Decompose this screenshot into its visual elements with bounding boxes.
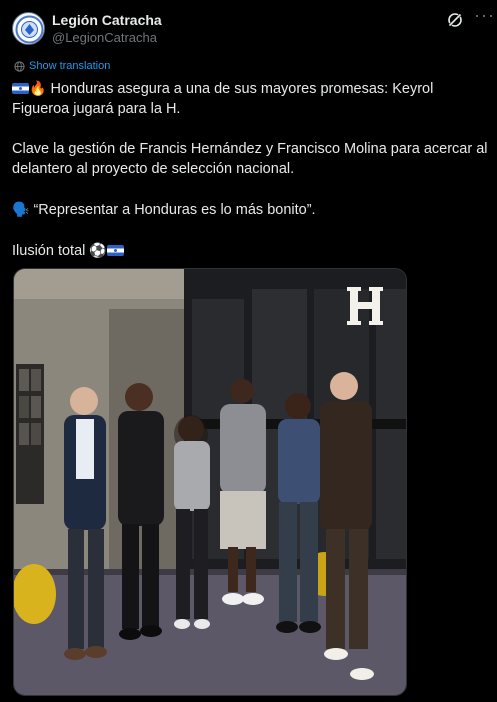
globe-icon	[14, 60, 25, 72]
group-photo-image	[14, 269, 406, 695]
fire-emoji: 🔥	[29, 80, 47, 96]
legion-catracha-logo-icon	[15, 15, 44, 44]
more-options-button[interactable]: ···	[474, 6, 495, 24]
grok-icon[interactable]	[446, 11, 464, 29]
tweet-quote: “Representar a Honduras es lo más bonito…	[33, 202, 316, 218]
tweet-paragraph-2: Clave la gestión de Francis Hernández y …	[12, 141, 488, 177]
tweet-text: 🔥 Honduras asegura a una de sus mayores …	[12, 78, 490, 261]
tweet-closing: Ilusión total	[12, 243, 86, 259]
tweet-photo[interactable]	[13, 268, 407, 696]
tweet-paragraph-4: Ilusión total ⚽	[12, 240, 490, 261]
tweet-paragraph-3: 🗣️ “Representar a Honduras es lo más bon…	[12, 199, 490, 220]
author-name[interactable]: Legión Catracha	[52, 12, 162, 28]
soccer-ball-emoji: ⚽	[89, 242, 107, 258]
tweet-card[interactable]: Legión Catracha @LegionCatracha ··· Show…	[0, 0, 497, 702]
show-translation-link[interactable]: Show translation	[14, 60, 110, 72]
honduras-flag-icon	[106, 245, 124, 256]
honduras-flag-icon	[12, 83, 29, 94]
speaking-head-emoji: 🗣️	[12, 201, 30, 217]
author-avatar[interactable]	[12, 12, 45, 45]
tweet-paragraph-1: 🔥 Honduras asegura a una de sus mayores …	[12, 78, 490, 119]
show-translation-label[interactable]: Show translation	[29, 60, 110, 72]
author-handle[interactable]: @LegionCatracha	[52, 30, 157, 45]
tweet-line-1: Honduras asegura a una de sus mayores pr…	[12, 81, 434, 117]
